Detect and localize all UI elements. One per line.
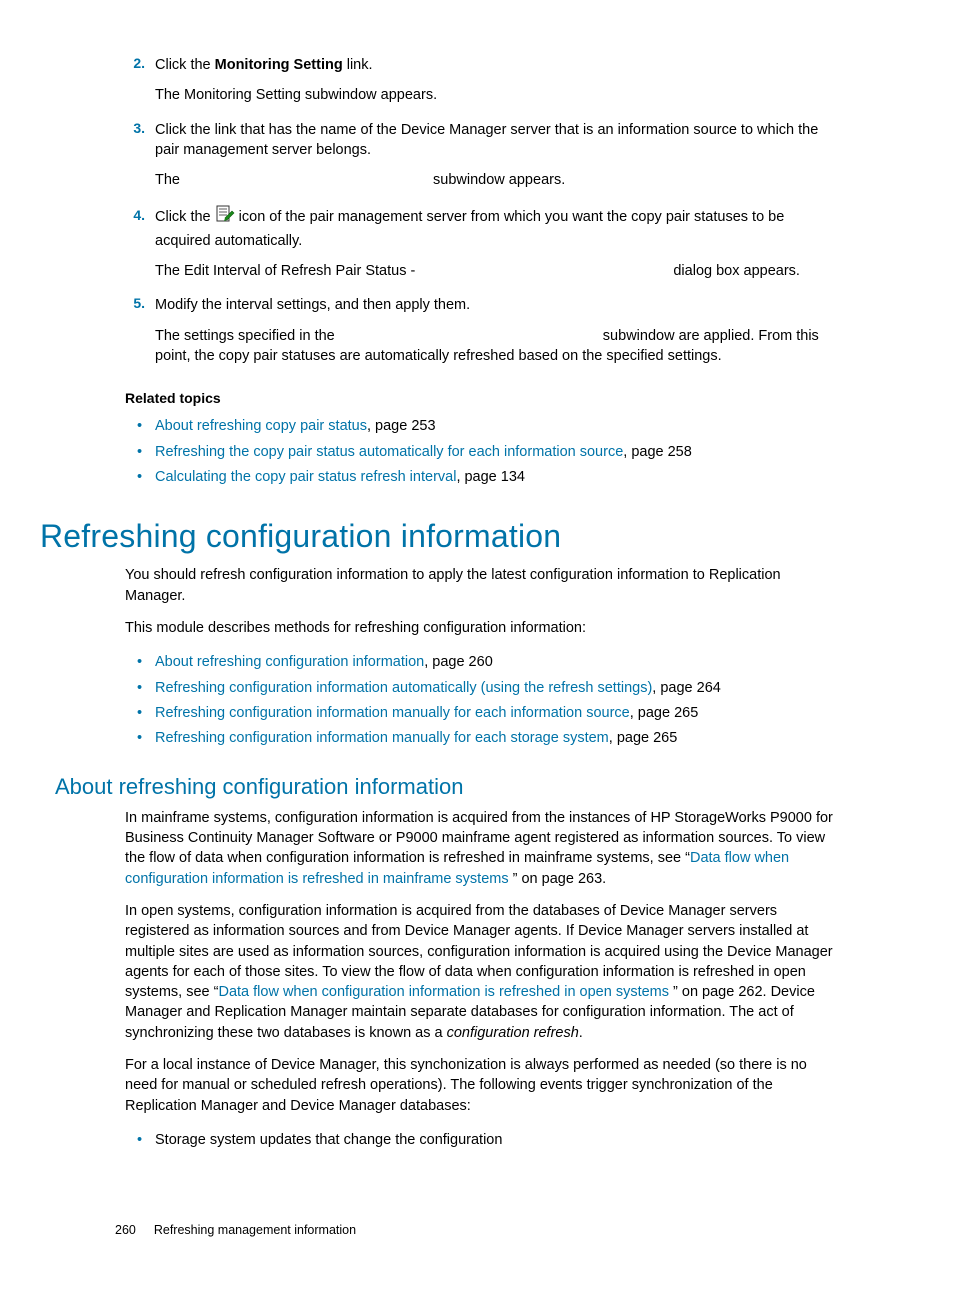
- toc-item: Refreshing configuration information man…: [137, 701, 839, 726]
- related-topic-item: About refreshing copy pair status, page …: [137, 414, 839, 439]
- procedure-steps: 2. Click the Monitoring Setting link. Th…: [115, 55, 839, 376]
- step-body: Modify the interval settings, and then a…: [155, 295, 839, 376]
- step-result: The settings specified in the subwindow …: [155, 326, 839, 367]
- body-paragraph: In mainframe systems, configuration info…: [125, 808, 839, 889]
- intro-paragraph: You should refresh configuration informa…: [125, 565, 839, 606]
- toc-item: Refreshing configuration information man…: [137, 726, 839, 751]
- step-instruction: Click the Monitoring Setting link.: [155, 55, 839, 75]
- trigger-list: Storage system updates that change the c…: [137, 1128, 839, 1153]
- step-instruction: Click the link that has the name of the …: [155, 120, 839, 161]
- related-topic-item: Refreshing the copy pair status automati…: [137, 440, 839, 465]
- step-body: Click the link that has the name of the …: [155, 120, 839, 201]
- toc-item: About refreshing configuration informati…: [137, 650, 839, 675]
- toc-link[interactable]: Refreshing configuration information aut…: [155, 680, 652, 696]
- step-instruction: Modify the interval settings, and then a…: [155, 295, 839, 315]
- toc-link[interactable]: Refreshing configuration information man…: [155, 705, 630, 721]
- toc-item: Refreshing configuration information aut…: [137, 676, 839, 701]
- related-topic-item: Calculating the copy pair status refresh…: [137, 465, 839, 490]
- body-paragraph: For a local instance of Device Manager, …: [125, 1055, 839, 1116]
- related-topics-heading: Related topics: [125, 390, 839, 406]
- page-number: 260: [115, 1223, 136, 1237]
- edit-icon: [215, 204, 235, 230]
- toc-link[interactable]: Refreshing configuration information man…: [155, 730, 609, 746]
- term-configuration-refresh: configuration refresh: [447, 1025, 579, 1041]
- related-link[interactable]: Refreshing the copy pair status automati…: [155, 444, 623, 460]
- step-result: The Monitoring Setting subwindow appears…: [155, 85, 839, 105]
- chapter-title: Refreshing management information: [154, 1223, 356, 1237]
- document-page: 2. Click the Monitoring Setting link. Th…: [0, 0, 954, 1297]
- step-result: The Edit Interval of Refresh Pair Status…: [155, 261, 839, 281]
- related-topics-list: About refreshing copy pair status, page …: [137, 414, 839, 490]
- step-number: 3.: [115, 120, 155, 201]
- step-number: 4.: [115, 204, 155, 291]
- step-body: Click the Monitoring Setting link. The M…: [155, 55, 839, 116]
- page-footer: 260 Refreshing management information: [115, 1223, 839, 1237]
- toc-list: About refreshing configuration informati…: [137, 650, 839, 752]
- related-link[interactable]: About refreshing copy pair status: [155, 418, 367, 434]
- section-heading: Refreshing configuration information: [40, 518, 839, 555]
- step-number: 2.: [115, 55, 155, 116]
- trigger-item: Storage system updates that change the c…: [137, 1128, 839, 1153]
- subsection-heading: About refreshing configuration informati…: [55, 774, 839, 800]
- step-number: 5.: [115, 295, 155, 376]
- step-instruction: Click the icon of the pair management se…: [155, 204, 839, 251]
- step-body: Click the icon of the pair management se…: [155, 204, 839, 291]
- inline-link[interactable]: Data flow when configuration information…: [218, 984, 673, 1000]
- intro-paragraph: This module describes methods for refres…: [125, 618, 839, 638]
- toc-link[interactable]: About refreshing configuration informati…: [155, 654, 424, 670]
- step-result: The subwindow appears.: [155, 170, 839, 190]
- related-link[interactable]: Calculating the copy pair status refresh…: [155, 469, 456, 485]
- body-paragraph: In open systems, configuration informati…: [125, 901, 839, 1043]
- monitoring-setting-label: Monitoring Setting: [215, 57, 343, 73]
